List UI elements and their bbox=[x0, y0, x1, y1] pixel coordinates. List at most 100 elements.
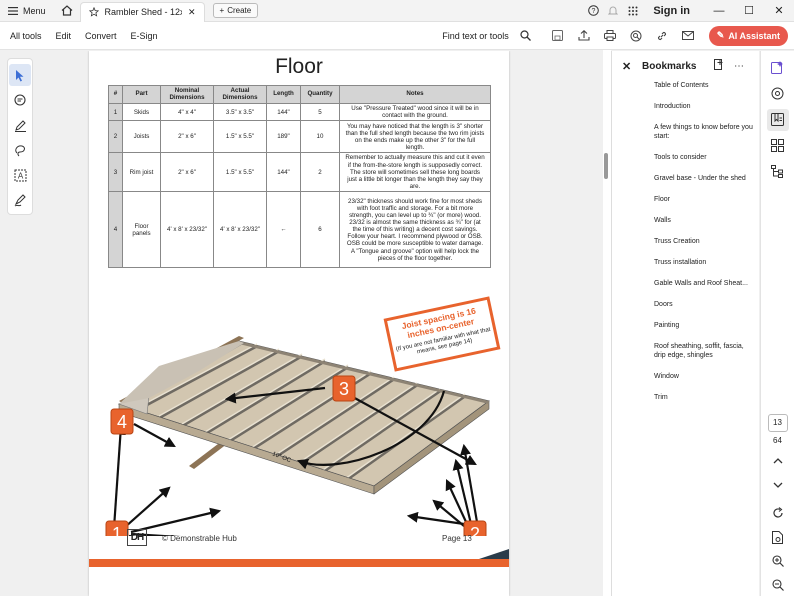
quantity-cell: 5 bbox=[300, 102, 340, 122]
label-1-text: 1 bbox=[112, 524, 122, 536]
bookmark-item[interactable]: Floor bbox=[654, 195, 753, 204]
bookmarks-title: Bookmarks bbox=[642, 60, 697, 72]
total-pages: 64 bbox=[773, 435, 782, 445]
bookmark-item[interactable]: Painting bbox=[654, 321, 753, 330]
pdf-page: Floor # Part Nominal Dimensions Actual D… bbox=[89, 51, 509, 596]
notes-cell: 23/32" thickness should work fine for mo… bbox=[339, 191, 491, 269]
help-icon[interactable]: ? bbox=[583, 0, 603, 22]
save-icon[interactable] bbox=[545, 22, 571, 50]
bookmark-item[interactable]: Roof sheathing, soffit, fascia, drip edg… bbox=[654, 342, 753, 360]
notes-cell: You may have noticed that the length is … bbox=[339, 120, 491, 154]
close-tab-icon[interactable]: ✕ bbox=[188, 7, 196, 18]
bookmark-item[interactable]: A few things to know before you start: bbox=[654, 123, 753, 141]
bookmark-item[interactable]: Truss installation bbox=[654, 258, 753, 267]
rotate-icon[interactable] bbox=[767, 502, 789, 524]
bookmark-item[interactable]: Gable Walls and Roof Sheat... bbox=[654, 279, 753, 288]
actual-cell: 3.5" x 3.5" bbox=[213, 102, 267, 122]
comment-tool[interactable] bbox=[9, 89, 31, 111]
document-viewer[interactable]: Floor # Part Nominal Dimensions Actual D… bbox=[36, 51, 610, 596]
main-toolbar: All tools Edit Convert E-Sign Find text … bbox=[0, 22, 794, 50]
bookmark-item[interactable]: Gravel base - Under the shed bbox=[654, 174, 753, 183]
star-icon[interactable] bbox=[88, 7, 99, 17]
nominal-cell: 4' x 8' x 23/32" bbox=[160, 191, 214, 269]
bookmark-item[interactable]: Walls bbox=[654, 216, 753, 225]
bookmarks-panel-icon[interactable] bbox=[766, 108, 789, 131]
ai-assistant-button[interactable]: ✎ AI Assistant bbox=[708, 25, 788, 46]
search-document-icon[interactable] bbox=[623, 22, 649, 50]
minimize-icon[interactable]: — bbox=[704, 0, 734, 22]
close-window-icon[interactable]: ✕ bbox=[764, 0, 794, 22]
ai-assistant-label: AI Assistant bbox=[728, 30, 780, 41]
create-button[interactable]: + Create bbox=[212, 3, 259, 18]
bookmark-item[interactable]: Doors bbox=[654, 300, 753, 309]
thumbnails-icon[interactable] bbox=[767, 135, 789, 157]
chevron-down-icon[interactable] bbox=[767, 474, 789, 496]
zoom-out-icon[interactable] bbox=[767, 574, 789, 596]
notification-bell-icon[interactable] bbox=[603, 0, 623, 22]
bookmark-item[interactable]: Window bbox=[654, 372, 753, 381]
close-panel-icon[interactable]: ✕ bbox=[622, 60, 642, 73]
column-header: Nominal Dimensions bbox=[160, 85, 214, 104]
actual-cell: 1.5" x 5.5" bbox=[213, 152, 267, 193]
mail-icon[interactable] bbox=[675, 22, 701, 50]
bookmarks-header: ✕ Bookmarks ⋯ bbox=[612, 51, 759, 81]
upload-icon[interactable] bbox=[571, 22, 597, 50]
menu-edit[interactable]: Edit bbox=[49, 31, 79, 41]
ai-summary-icon[interactable] bbox=[767, 57, 789, 79]
maximize-icon[interactable]: ☐ bbox=[734, 0, 764, 22]
layers-tree-icon[interactable] bbox=[767, 161, 789, 183]
freehand-tool[interactable] bbox=[9, 139, 31, 161]
add-bookmark-icon[interactable] bbox=[709, 59, 729, 73]
length-cell: 189" bbox=[266, 120, 301, 154]
create-label: Create bbox=[227, 6, 252, 15]
bookmark-list: Table of Contents Introduction A few thi… bbox=[612, 81, 759, 402]
document-tab[interactable]: Rambler Shed - 12x16 - ... ✕ bbox=[79, 1, 205, 22]
part-cell: Skids bbox=[122, 102, 161, 122]
bookmarks-panel: ✕ Bookmarks ⋯ Table of Contents Introduc… bbox=[611, 51, 759, 596]
menu-convert[interactable]: Convert bbox=[78, 31, 124, 41]
select-tool[interactable] bbox=[9, 64, 31, 86]
link-icon[interactable] bbox=[649, 22, 675, 50]
left-tool-rail: A bbox=[7, 58, 33, 215]
table-row: 3 Rim joist 2" x 6" 1.5" x 5.5" 144" 2 R… bbox=[108, 152, 491, 193]
ai-sparkle-icon: ✎ bbox=[716, 30, 725, 40]
column-header: Actual Dimensions bbox=[213, 85, 267, 104]
zoom-in-icon[interactable] bbox=[767, 550, 789, 572]
bookmark-item[interactable]: Introduction bbox=[654, 102, 753, 111]
nominal-cell: 2" x 6" bbox=[160, 120, 214, 154]
panel-scrollbar-thumb[interactable] bbox=[604, 153, 608, 179]
menu-all-tools[interactable]: All tools bbox=[0, 31, 49, 41]
sign-tool[interactable] bbox=[9, 189, 31, 211]
current-page-input[interactable]: 13 bbox=[767, 413, 788, 432]
more-options-icon[interactable]: ⋯ bbox=[729, 61, 749, 72]
draw-tool[interactable] bbox=[9, 114, 31, 136]
find-text-field[interactable]: Find text or tools bbox=[442, 31, 509, 41]
menu-e-sign[interactable]: E-Sign bbox=[124, 31, 165, 41]
table-row: 1 Skids 4" x 4" 3.5" x 3.5" 144" 5 Use "… bbox=[108, 102, 491, 122]
text-box-icon: A bbox=[14, 169, 26, 181]
search-icon[interactable] bbox=[513, 22, 539, 50]
page-title: Floor bbox=[275, 55, 323, 78]
bookmark-item[interactable]: Trim bbox=[654, 393, 753, 402]
hamburger-icon bbox=[8, 6, 18, 15]
row-number: 2 bbox=[108, 120, 123, 154]
sign-in-button[interactable]: Sign in bbox=[643, 5, 704, 17]
bookmark-item[interactable]: Table of Contents bbox=[654, 81, 753, 90]
part-cell: Joists bbox=[122, 120, 161, 154]
footer-dark-accent bbox=[479, 549, 509, 559]
chevron-up-icon[interactable] bbox=[767, 451, 789, 473]
page-settings-icon[interactable] bbox=[767, 526, 789, 548]
bookmark-item[interactable]: Truss Creation bbox=[654, 237, 753, 246]
svg-text:A: A bbox=[17, 171, 23, 180]
print-icon[interactable] bbox=[597, 22, 623, 50]
home-button[interactable] bbox=[54, 0, 80, 22]
bookmark-item[interactable]: Tools to consider bbox=[654, 153, 753, 162]
apps-grid-icon[interactable] bbox=[623, 0, 643, 22]
quantity-cell: 2 bbox=[300, 152, 340, 193]
column-header: # bbox=[108, 85, 123, 104]
comments-panel-icon[interactable] bbox=[767, 83, 789, 105]
text-select-tool[interactable]: A bbox=[9, 164, 31, 186]
menu-button[interactable]: Menu bbox=[0, 0, 54, 22]
footer-logo: DH bbox=[127, 529, 147, 546]
label-3-text: 3 bbox=[339, 379, 349, 399]
